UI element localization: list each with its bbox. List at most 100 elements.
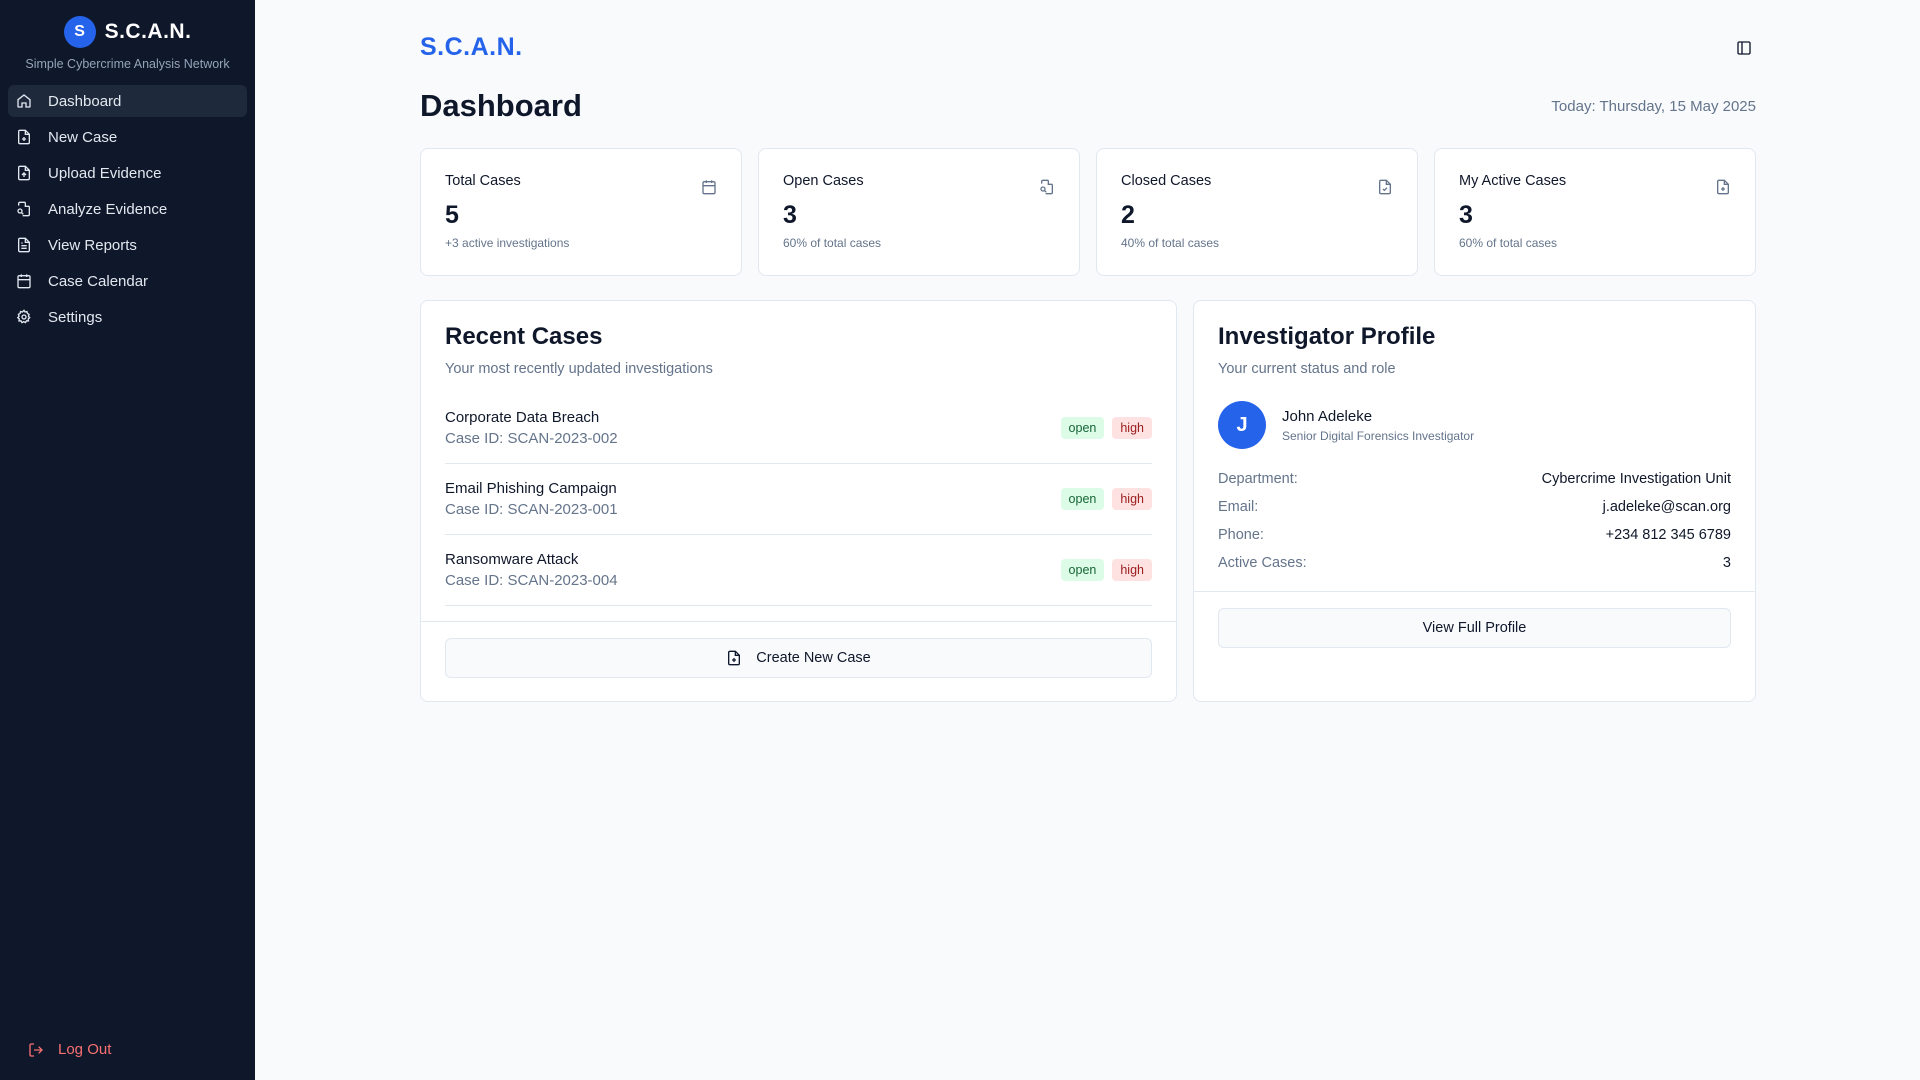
profile-header: J John Adeleke Senior Digital Forensics … [1194, 377, 1755, 449]
stat-subtext: 60% of total cases [1459, 236, 1558, 250]
info-value: j.adeleke@scan.org [1602, 499, 1731, 515]
sidebar-item-case-calendar[interactable]: Case Calendar [8, 265, 247, 297]
status-badge: open [1060, 417, 1105, 439]
info-key: Phone: [1218, 527, 1264, 543]
recent-cases-footer: Create New Case [421, 621, 1176, 694]
priority-badge: high [1112, 488, 1152, 510]
create-new-case-button[interactable]: Create New Case [445, 638, 1152, 678]
view-full-profile-button[interactable]: View Full Profile [1218, 608, 1731, 648]
sidebar-item-label: New Case [48, 128, 118, 146]
file-plus-icon [1717, 179, 1729, 195]
brand-logo: S [63, 16, 96, 48]
sidebar-item-label: Upload Evidence [48, 164, 162, 182]
priority-badge: high [1112, 417, 1152, 439]
sidebar-item-upload-evidence[interactable]: Upload Evidence [8, 157, 247, 189]
gear-icon [16, 309, 31, 324]
recent-cases-subtitle: Your most recently updated investigation… [445, 361, 713, 377]
stat-card-total-cases: Total Cases 5 +3 active investigations [420, 148, 742, 276]
case-list: Corporate Data Breach Case ID: SCAN-2023… [421, 393, 1176, 606]
sidebar-item-dashboard[interactable]: Dashboard [8, 85, 247, 117]
today-date: Today: Thursday, 15 May 2025 [1551, 97, 1756, 115]
profile-info-row: Department: Cybercrime Investigation Uni… [1218, 465, 1731, 493]
case-row[interactable]: Ransomware Attack Case ID: SCAN-2023-004… [445, 535, 1152, 606]
calendar-icon [702, 180, 716, 195]
sidebar-item-view-reports[interactable]: View Reports [8, 229, 247, 261]
file-plus-icon [728, 650, 741, 666]
profile-title: Investigator Profile [1218, 323, 1436, 350]
sidebar-nav: Dashboard New Case Upload Evidence Analy… [0, 85, 255, 333]
sidebar-item-label: Analyze Evidence [48, 200, 168, 218]
info-value: 3 [1722, 555, 1731, 571]
case-name: Ransomware Attack [445, 551, 579, 568]
info-value: +234 812 345 6789 [1605, 527, 1731, 543]
file-plus-icon [18, 129, 30, 145]
profile-subtitle: Your current status and role [1218, 361, 1396, 377]
sidebar-item-label: Dashboard [48, 92, 122, 110]
logout-label: Log Out [58, 1041, 112, 1058]
priority-badge: high [1112, 559, 1152, 581]
sidebar-toggle-button[interactable] [1732, 36, 1756, 60]
info-key: Active Cases: [1218, 555, 1307, 571]
sidebar-item-label: Settings [48, 308, 103, 326]
file-upload-icon [18, 165, 30, 181]
sidebar-item-settings[interactable]: Settings [8, 301, 247, 333]
file-search-icon [17, 201, 30, 217]
case-name: Corporate Data Breach [445, 409, 600, 426]
stat-label: Total Cases [445, 173, 521, 189]
stat-label: My Active Cases [1459, 173, 1567, 189]
case-name: Email Phishing Campaign [445, 480, 617, 497]
status-badge: open [1060, 559, 1105, 581]
recent-cases-card: Recent Cases Your most recently updated … [420, 300, 1177, 702]
case-row[interactable]: Corporate Data Breach Case ID: SCAN-2023… [445, 393, 1152, 464]
stat-card-closed-cases: Closed Cases 2 40% of total cases [1096, 148, 1418, 276]
stat-label: Open Cases [783, 173, 864, 189]
stat-label: Closed Cases [1121, 173, 1212, 189]
panels-row: Recent Cases Your most recently updated … [420, 300, 1756, 702]
heading-row: Dashboard Today: Thursday, 15 May 2025 [420, 88, 1756, 124]
info-key: Email: [1218, 499, 1259, 515]
brand[interactable]: S S.C.A.N. [0, 0, 255, 48]
calendar-icon [17, 274, 31, 289]
stat-value: 5 [445, 201, 459, 229]
sidebar-item-new-case[interactable]: New Case [8, 121, 247, 153]
page-title: Dashboard [420, 88, 582, 123]
sidebar-item-analyze-evidence[interactable]: Analyze Evidence [8, 193, 247, 225]
sidebar: S S.C.A.N. Simple Cybercrime Analysis Ne… [0, 0, 255, 1080]
investigator-role: Senior Digital Forensics Investigator [1282, 428, 1475, 443]
recent-cases-title: Recent Cases [445, 323, 603, 350]
case-id: Case ID: SCAN-2023-004 [445, 572, 618, 589]
stat-value: 3 [783, 201, 797, 229]
file-search-icon [1040, 179, 1053, 195]
stat-subtext: +3 active investigations [445, 236, 570, 250]
status-badge: open [1060, 488, 1105, 510]
home-icon [17, 94, 31, 108]
brand-subtitle: Simple Cybercrime Analysis Network [25, 57, 230, 71]
profile-info-row: Active Cases: 3 [1218, 549, 1731, 577]
case-row[interactable]: Email Phishing Campaign Case ID: SCAN-20… [445, 464, 1152, 535]
file-check-icon [1379, 179, 1391, 195]
sidebar-item-label: Case Calendar [48, 272, 149, 290]
profile-info-row: Phone: +234 812 345 6789 [1218, 521, 1731, 549]
case-id: Case ID: SCAN-2023-002 [445, 430, 618, 447]
profile-footer: View Full Profile [1194, 591, 1755, 664]
info-key: Department: [1218, 471, 1298, 487]
panel-left-icon [1737, 41, 1751, 55]
file-text-icon [18, 237, 30, 253]
stat-card-my-active-cases: My Active Cases 3 60% of total cases [1434, 148, 1756, 276]
brand-name: S.C.A.N. [104, 20, 192, 43]
stat-card-open-cases: Open Cases 3 60% of total cases [758, 148, 1080, 276]
create-new-case-label: Create New Case [756, 650, 871, 666]
logout-icon [29, 1042, 43, 1057]
stat-value: 2 [1121, 201, 1135, 229]
profile-info-row: Email: j.adeleke@scan.org [1218, 493, 1731, 521]
logout-button[interactable]: Log Out [28, 1041, 111, 1058]
app-title-link[interactable]: S.C.A.N. [420, 33, 523, 62]
investigator-name: John Adeleke [1282, 407, 1373, 425]
info-value: Cybercrime Investigation Unit [1541, 471, 1731, 487]
stat-value: 3 [1459, 201, 1473, 229]
stats-row: Total Cases 5 +3 active investigations O… [420, 148, 1756, 276]
investigator-profile-card: Investigator Profile Your current status… [1193, 300, 1756, 702]
stat-subtext: 60% of total cases [783, 236, 882, 250]
avatar: J [1218, 401, 1266, 449]
profile-info: Department: Cybercrime Investigation Uni… [1194, 449, 1755, 577]
